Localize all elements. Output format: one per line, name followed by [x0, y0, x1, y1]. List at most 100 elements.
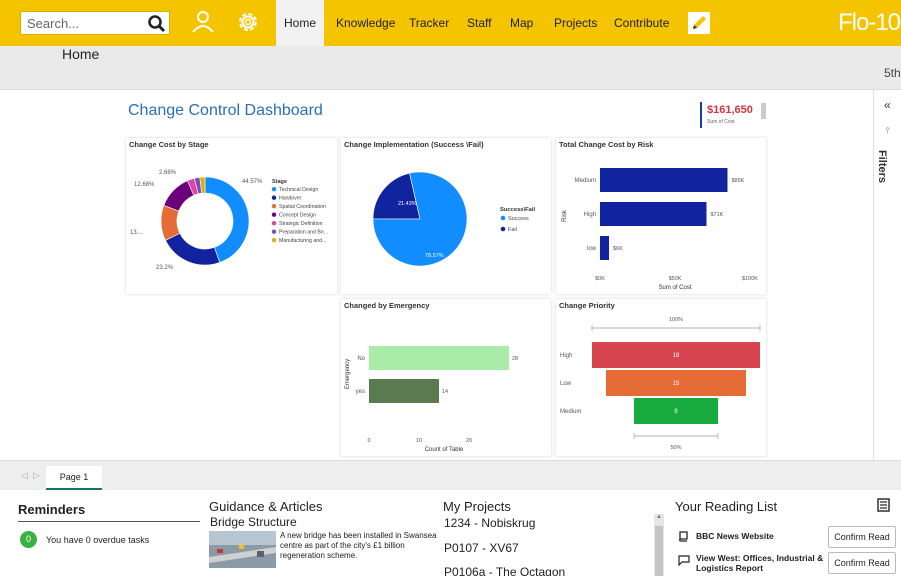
tick-label: 0: [367, 438, 370, 444]
reading-item-title[interactable]: View West: Offices, Industrial & Logisti…: [696, 553, 826, 573]
search-input[interactable]: Search...: [27, 16, 79, 31]
gear-icon[interactable]: [236, 10, 260, 39]
reading-item-title[interactable]: BBC News Website: [696, 531, 826, 541]
axis-title: Risk: [562, 209, 568, 222]
article-thumbnail[interactable]: [209, 531, 276, 568]
legend-marker: [271, 187, 277, 192]
divider: [18, 521, 200, 522]
filters-pane[interactable]: « ⫯ Filters: [873, 90, 901, 460]
chart-title: Change Priority: [559, 301, 615, 310]
sub-header: [0, 46, 901, 90]
reminder-text[interactable]: You have 0 overdue tasks: [46, 535, 149, 545]
data-label: 15: [673, 381, 680, 387]
project-item[interactable]: P0106a - The Octagon: [444, 565, 565, 576]
nav-home[interactable]: Home: [276, 0, 324, 46]
data-label: 14: [442, 389, 448, 395]
project-item[interactable]: P0107 - XV67: [444, 541, 519, 555]
confirm-read-button[interactable]: Confirm Read: [828, 552, 896, 574]
bar-chart: Medium $85K High $71K low $6K $0K $50K $100K Sum …: [562, 168, 758, 291]
chart-title: Total Change Cost by Risk: [559, 140, 654, 149]
legend-label: Technical Design: [279, 187, 318, 193]
data-label: $71K: [711, 212, 724, 218]
funnel-bottom-label: 50%: [670, 445, 681, 451]
scroll-up-icon[interactable]: ▲: [656, 514, 662, 520]
data-label: 12.68%: [134, 182, 155, 188]
list-icon[interactable]: [877, 498, 890, 512]
legend-marker: [500, 226, 506, 232]
legend-label: Manufacturing and...: [279, 238, 326, 244]
category-label: High: [560, 353, 572, 359]
scrollbar-thumb[interactable]: [655, 526, 663, 576]
data-label: 44.57%: [242, 179, 263, 185]
article-summary: A new bridge has been installed in Swans…: [280, 531, 437, 560]
confirm-read-button[interactable]: Confirm Read: [828, 526, 896, 548]
category-label: Medium: [560, 409, 581, 415]
project-item[interactable]: 1234 - Nobiskrug: [444, 516, 535, 530]
chart-implementation[interactable]: 78.57% 21.43% Success\Fail Success Fail Chan…: [341, 138, 551, 294]
legend-label: Fail: [508, 227, 517, 233]
edit-button[interactable]: [688, 12, 710, 34]
chart-title: Change Implementation (Success \Fail): [344, 140, 484, 149]
chart-cost-by-stage[interactable]: 44.57% 23.2% 13.... 12.68% 2.66% Stage Technic…: [126, 138, 337, 294]
filter-icon: ⫯: [886, 126, 890, 135]
nav-tracker[interactable]: Tracker: [409, 0, 449, 46]
user-icon[interactable]: [191, 10, 215, 39]
collapse-icon[interactable]: «: [884, 98, 891, 112]
category-label: High: [584, 212, 596, 218]
data-label: $6K: [613, 246, 623, 252]
pencil-icon: [693, 16, 706, 29]
search-icon[interactable]: [147, 14, 167, 39]
tick-label: $50K: [669, 276, 682, 282]
category-label: Low: [560, 381, 572, 387]
axis-title: Sum of Cost: [658, 285, 691, 291]
nav-map[interactable]: Map: [510, 0, 533, 46]
prev-page-icon[interactable]: ◁: [21, 470, 28, 481]
kpi-label: Sum of Cost: [707, 119, 735, 125]
legend-marker: [271, 195, 277, 200]
date-text: 5th: [884, 66, 901, 80]
page-title: Home: [62, 46, 100, 62]
legend-marker: [271, 229, 277, 234]
filters-label[interactable]: Filters: [876, 150, 888, 183]
next-page-icon[interactable]: ▷: [33, 470, 40, 481]
book-icon: [679, 531, 688, 542]
legend-marker: [500, 215, 506, 221]
donut-slice: [165, 232, 221, 266]
category-label: No: [357, 356, 365, 362]
bottom-widgets: Reminders 0 You have 0 overdue tasks Gui…: [0, 490, 901, 576]
nav-projects[interactable]: Projects: [554, 0, 597, 46]
axis-title: Emergency: [345, 359, 351, 389]
legend-label: Strategic Definition: [279, 221, 323, 227]
nav-contribute[interactable]: Contribute: [614, 0, 669, 46]
donut-chart: 44.57% 23.2% 13.... 12.68% 2.66% Stage Technic…: [130, 170, 328, 271]
kpi-slicer[interactable]: [761, 103, 766, 119]
pie-chart: 78.57% 21.43% Success\Fail Success Fail: [372, 171, 536, 267]
bar: [600, 236, 609, 260]
top-nav-bar: Search... Home Knowledge Tracker Staff M…: [0, 0, 901, 46]
chart-priority[interactable]: 100% 18 High 15 Low 9 Medium 50% Change Priorit…: [556, 299, 766, 456]
chart-emergency[interactable]: No 28 yes 14 0 10 20 Count of Table Emergency Ch…: [341, 299, 551, 456]
funnel-chart: 100%18High15Low9Medium50%: [560, 317, 761, 451]
kpi-card[interactable]: $161,650 Sum of Cost: [700, 102, 758, 128]
brand-logo[interactable]: Flo-10: [838, 9, 901, 37]
page-tabs-bar: ◁ ▷ Page 1: [0, 460, 901, 490]
bar: [369, 379, 439, 403]
tick-label: $100K: [742, 276, 758, 282]
legend-marker: [271, 238, 277, 243]
data-label: 78.57%: [425, 253, 444, 259]
nav-staff[interactable]: Staff: [467, 0, 491, 46]
data-label: 21.43%: [398, 201, 417, 207]
legend-marker: [271, 204, 277, 209]
comment-icon: [678, 555, 690, 566]
tab-page-1[interactable]: Page 1: [46, 466, 102, 490]
category-label: yes: [356, 389, 365, 395]
data-label: 13....: [130, 230, 144, 236]
legend-label: Handover: [279, 196, 302, 202]
legend-marker: [271, 212, 277, 217]
chart-cost-by-risk[interactable]: Medium $85K High $71K low $6K $0K $50K $100K Sum …: [556, 138, 766, 294]
kpi-value: $161,650: [707, 104, 753, 116]
article-title[interactable]: Bridge Structure: [210, 515, 297, 529]
nav-knowledge[interactable]: Knowledge: [336, 0, 395, 46]
search-box[interactable]: Search...: [20, 11, 170, 35]
guidance-title: Guidance & Articles: [209, 499, 323, 514]
